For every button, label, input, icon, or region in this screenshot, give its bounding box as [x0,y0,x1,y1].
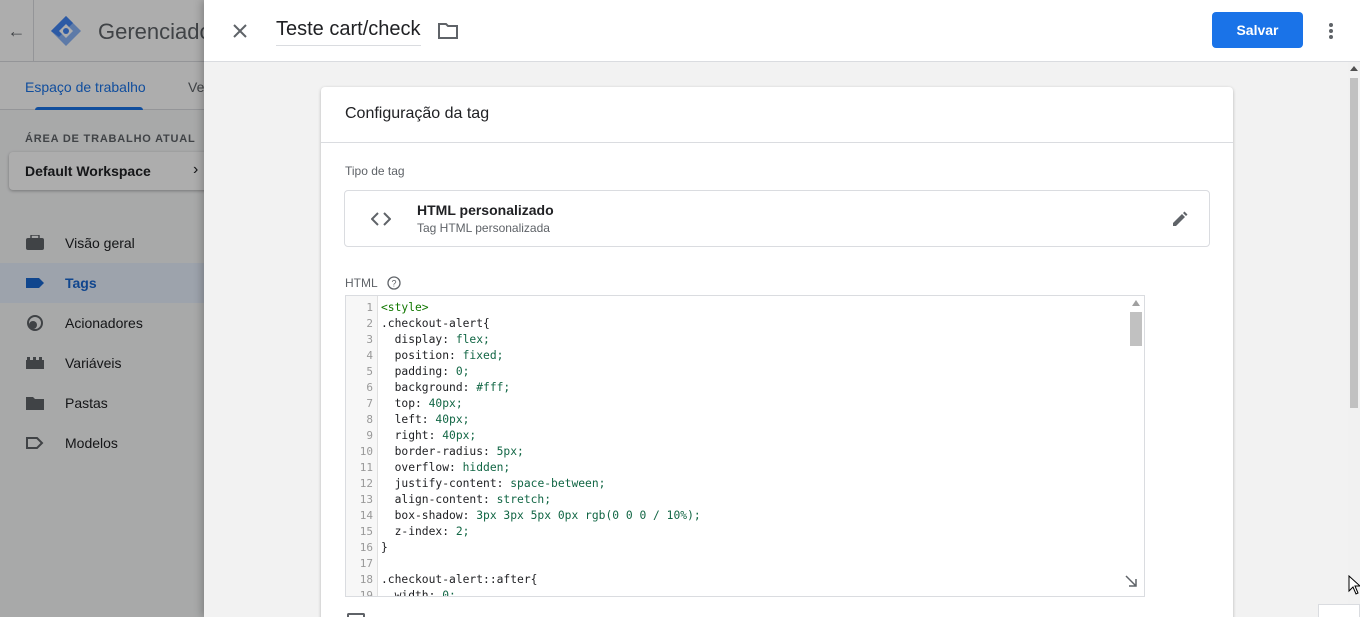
line-number: 19 [359,589,373,597]
tag-type-description: Tag HTML personalizada [417,221,550,235]
line-number: 17 [359,557,373,570]
svg-text:?: ? [391,279,396,289]
card-divider [321,142,1233,143]
line-number: 8 [366,413,373,426]
line-number: 11 [359,461,373,474]
corner-panel [1318,604,1360,617]
code-text: top: 40px; [381,397,463,410]
code-line: 4 position: fixed; [346,348,1126,364]
code-text: background: #fff; [381,381,511,394]
more-vert-icon [1329,23,1333,39]
scroll-up-arrow-icon[interactable] [1350,66,1358,71]
edit-pencil-icon[interactable] [1170,209,1190,229]
editor-scrollbar[interactable] [1127,296,1144,596]
code-text: box-shadow: 3px 3px 5px 0px rgb(0 0 0 / … [381,509,701,522]
code-line: 19 width: 0; [346,588,1126,597]
tag-type-name: HTML personalizado [417,202,554,218]
folder-outline-icon[interactable] [437,21,459,41]
code-lines: 1 <style> 2 .checkout-alert{ 3 display: flex… [346,300,1126,597]
code-line: 13 align-content: stretch; [346,492,1126,508]
code-line: 15 z-index: 2; [346,524,1126,540]
page-scrollbar[interactable] [1348,62,1360,617]
code-text: } [381,541,388,554]
scroll-up-arrow-icon[interactable] [1132,300,1140,306]
line-number: 4 [366,349,373,362]
save-button[interactable]: Salvar [1212,12,1303,48]
card-title: Configuração da tag [345,105,490,122]
code-text: justify-content: space-between; [381,477,606,490]
code-line: 17 [346,556,1126,572]
tag-editor-sheet: Teste cart/check Salvar Configuração da … [204,0,1360,617]
code-line: 12 justify-content: space-between; [346,476,1126,492]
code-line: 7 top: 40px; [346,396,1126,412]
help-icon[interactable]: ? [387,276,401,290]
line-number: 14 [359,509,373,522]
code-line: 10 border-radius: 5px; [346,444,1126,460]
code-text: overflow: hidden; [381,461,511,474]
tag-type-selector[interactable]: HTML personalizado Tag HTML personalizad… [344,190,1210,247]
code-line: 1 <style> [346,300,1126,316]
line-number: 7 [366,397,373,410]
code-line: 8 left: 40px; [346,412,1126,428]
code-line: 11 overflow: hidden; [346,460,1126,476]
editor-scrollbar-thumb[interactable] [1130,312,1142,346]
close-button[interactable] [226,17,254,45]
code-text: border-radius: 5px; [381,445,524,458]
code-line: 14 box-shadow: 3px 3px 5px 0px rgb(0 0 0… [346,508,1126,524]
close-icon [233,24,247,38]
line-number: 5 [366,365,373,378]
line-number: 2 [366,317,373,330]
code-text: padding: 0; [381,365,470,378]
code-line: 6 background: #fff; [346,380,1126,396]
code-line: 16} [346,540,1126,556]
line-number: 9 [366,429,373,442]
line-number: 18 [359,573,373,586]
code-brackets-icon [371,212,391,226]
code-text: left: 40px; [381,413,470,426]
code-line: 3 display: flex; [346,332,1126,348]
code-text: align-content: stretch; [381,493,552,506]
code-text: display: flex; [381,333,490,346]
code-text: z-index: 2; [381,525,470,538]
sheet-header: Teste cart/check Salvar [204,0,1360,62]
line-number: 13 [359,493,373,506]
line-number: 3 [366,333,373,346]
code-line: 2 .checkout-alert{ [346,316,1126,332]
tag-configuration-card: Configuração da tag Tipo de tag HTML per… [321,87,1233,617]
code-text: .checkout-alert::after{ [381,573,538,586]
more-options-button[interactable] [1320,18,1342,44]
mouse-cursor-icon [1348,575,1360,595]
page-scrollbar-thumb[interactable] [1350,78,1358,408]
tag-type-label: Tipo de tag [345,164,405,178]
line-number: 16 [359,541,373,554]
code-text: .checkout-alert{ [381,317,490,330]
html-code-editor[interactable]: 1 <style> 2 .checkout-alert{ 3 display: flex… [345,295,1145,597]
line-number: 12 [359,477,373,490]
code-line: 5 padding: 0; [346,364,1126,380]
code-text: width: 0; [381,589,456,597]
code-text: <style> [381,301,429,314]
code-line: 18 .checkout-alert::after{ [346,572,1126,588]
code-line: 9 right: 40px; [346,428,1126,444]
checkbox[interactable] [347,613,365,617]
line-number: 6 [366,381,373,394]
resize-handle-icon[interactable] [1124,574,1138,588]
tag-name-input[interactable]: Teste cart/check [276,18,421,46]
code-text: right: 40px; [381,429,477,442]
code-text: position: fixed; [381,349,504,362]
line-number: 10 [359,445,373,458]
line-number: 1 [366,301,373,314]
line-number: 15 [359,525,373,538]
html-label: HTML [345,276,378,290]
